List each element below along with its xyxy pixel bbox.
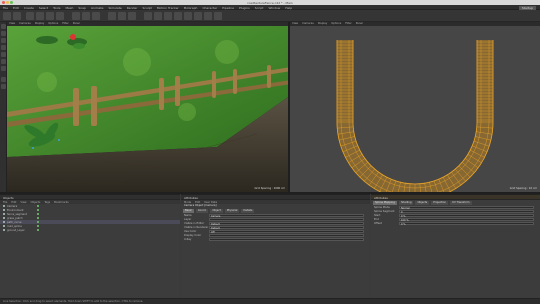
object-row[interactable]: ground_Layer xyxy=(0,228,180,232)
attribute-row: X-Ray xyxy=(181,237,370,241)
viewport-menu-cameras[interactable]: Cameras xyxy=(19,22,31,26)
attribute-x-ray-field[interactable] xyxy=(209,237,364,241)
tag-fields: Spline Mode Normal Spline Segment 0 Start 0 %… xyxy=(371,205,540,226)
tag-attribute-offset-field[interactable]: 0 % xyxy=(399,221,534,226)
viewport-menu-filter[interactable]: Filter xyxy=(345,22,351,26)
render-view-icon[interactable] xyxy=(108,12,116,20)
z-axis-icon[interactable] xyxy=(92,12,100,20)
grid-spacing-label: Grid Spacing : 1000 cm xyxy=(254,187,286,190)
viewport-menu-display[interactable]: Display xyxy=(318,22,328,26)
spline-view xyxy=(290,22,540,192)
polygons-mode-icon[interactable] xyxy=(1,66,6,71)
tag-panel-header: Attributes xyxy=(371,195,540,200)
visibility-toggle-icon[interactable] xyxy=(37,217,39,219)
subdivision-icon[interactable] xyxy=(164,12,172,20)
viewport-menu-filter[interactable]: Filter xyxy=(62,22,68,26)
attributes-panel-header: Attributes xyxy=(181,195,370,200)
viewport-menu-view[interactable]: View xyxy=(9,22,15,26)
viewport-menu: View Cameras Display Options Filter Panel xyxy=(7,22,288,26)
visibility-toggle-icon[interactable] xyxy=(37,221,39,223)
snap-icon[interactable] xyxy=(1,77,6,82)
top-viewport[interactable]: View Cameras Display Options Filter Panel Gri… xyxy=(290,22,540,192)
window-title: roadtextureFence.c4d * - Main xyxy=(247,0,293,5)
visibility-toggle-icon[interactable] xyxy=(37,205,39,207)
main-toolbar xyxy=(0,10,540,22)
deformer-icon[interactable] xyxy=(184,12,192,20)
viewport-menu-display[interactable]: Display xyxy=(35,22,45,26)
make-editable-icon[interactable] xyxy=(1,24,6,29)
floor-icon[interactable] xyxy=(194,12,202,20)
y-axis-icon[interactable] xyxy=(82,12,90,20)
viewport-menu-options[interactable]: Options xyxy=(48,22,58,26)
render-settings-icon[interactable] xyxy=(128,12,136,20)
viewport-menu-view[interactable]: View xyxy=(292,22,298,26)
tag-panel-title: Attributes xyxy=(374,196,388,200)
object-type-icon xyxy=(3,229,5,231)
status-text: Live Selection: Click and drag to select… xyxy=(3,300,144,303)
live-selection-icon[interactable] xyxy=(26,12,34,20)
move-icon[interactable] xyxy=(36,12,44,20)
scene-render xyxy=(7,22,288,192)
texture-mode-icon[interactable] xyxy=(1,38,6,43)
grid-spacing-label-right: Grid Spacing : 10 cm xyxy=(509,187,537,190)
visibility-toggle-icon[interactable] xyxy=(37,209,39,211)
left-tool-palette xyxy=(0,22,7,192)
render-picture-viewer-icon[interactable] xyxy=(118,12,126,20)
undo-icon[interactable] xyxy=(3,12,11,20)
workplane-icon[interactable] xyxy=(1,45,6,50)
objects-panel-header: Objects xyxy=(0,195,180,200)
camera-icon[interactable] xyxy=(204,12,212,20)
viewport-menu-panel[interactable]: Panel xyxy=(356,22,363,26)
visibility-toggle-icon[interactable] xyxy=(37,225,39,227)
perspective-viewport[interactable]: View Cameras Display Options Filter Panel Gri… xyxy=(7,22,288,192)
axis-mode-icon[interactable] xyxy=(1,84,6,89)
attribute-label: X-Ray xyxy=(184,237,192,241)
object-list: Camera Environment fence_segment grass_patc… xyxy=(0,204,180,232)
tag-attribute-label: Offset xyxy=(374,221,382,225)
redo-icon[interactable] xyxy=(13,12,21,20)
pen-icon[interactable] xyxy=(154,12,162,20)
status-bar: Live Selection: Click and drag to select… xyxy=(0,298,540,304)
scale-icon[interactable] xyxy=(46,12,54,20)
attributes-panel: Attributes Mode Edit User Data Camera Obje… xyxy=(181,194,370,298)
object-type-icon xyxy=(3,217,5,219)
attributes-panel-title: Attributes xyxy=(184,196,198,200)
viewport-menu-options[interactable]: Options xyxy=(331,22,341,26)
objects-panel: Objects File Edit View Objects Tags Bookmarks… xyxy=(0,194,180,298)
object-type-icon xyxy=(3,213,5,215)
viewport-menu-panel[interactable]: Panel xyxy=(73,22,80,26)
visibility-toggle-icon[interactable] xyxy=(37,229,39,231)
object-type-icon xyxy=(3,225,5,227)
viewport-menu-cameras[interactable]: Cameras xyxy=(302,22,314,26)
objects-panel-title: Objects xyxy=(3,196,14,200)
object-type-icon xyxy=(3,221,5,223)
visibility-toggle-icon[interactable] xyxy=(37,213,39,215)
tag-attribute-row: Offset 0 % xyxy=(371,221,540,226)
cube-icon[interactable] xyxy=(144,12,152,20)
array-icon[interactable] xyxy=(174,12,182,20)
rotate-icon[interactable] xyxy=(56,12,64,20)
object-name[interactable]: ground_Layer xyxy=(7,229,25,232)
x-axis-icon[interactable] xyxy=(72,12,80,20)
object-type-icon xyxy=(3,205,5,207)
attributes-fields: Name Camera Layer Visible in Editor Default V… xyxy=(181,213,370,241)
object-type-icon xyxy=(3,209,5,211)
edges-mode-icon[interactable] xyxy=(1,59,6,64)
points-mode-icon[interactable] xyxy=(1,52,6,57)
viewport-menu-right: View Cameras Display Options Filter Panel xyxy=(290,22,540,26)
tag-panel: Attributes Spline Mapping Shading Objects P… xyxy=(371,194,540,298)
light-icon[interactable] xyxy=(214,12,222,20)
model-mode-icon[interactable] xyxy=(1,31,6,36)
